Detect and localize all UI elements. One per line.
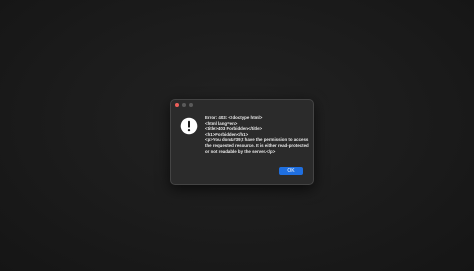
close-window-button[interactable] (175, 103, 179, 107)
minimize-window-button[interactable] (182, 103, 186, 107)
error-alert-dialog: Error: 403: <!doctype html> <html lang=e… (170, 99, 314, 185)
ok-button[interactable]: OK (279, 167, 303, 175)
exclamation-alert-icon (180, 117, 198, 135)
window-controls (175, 103, 193, 107)
error-message: Error: 403: <!doctype html> <html lang=e… (205, 115, 309, 154)
maximize-window-button[interactable] (189, 103, 193, 107)
